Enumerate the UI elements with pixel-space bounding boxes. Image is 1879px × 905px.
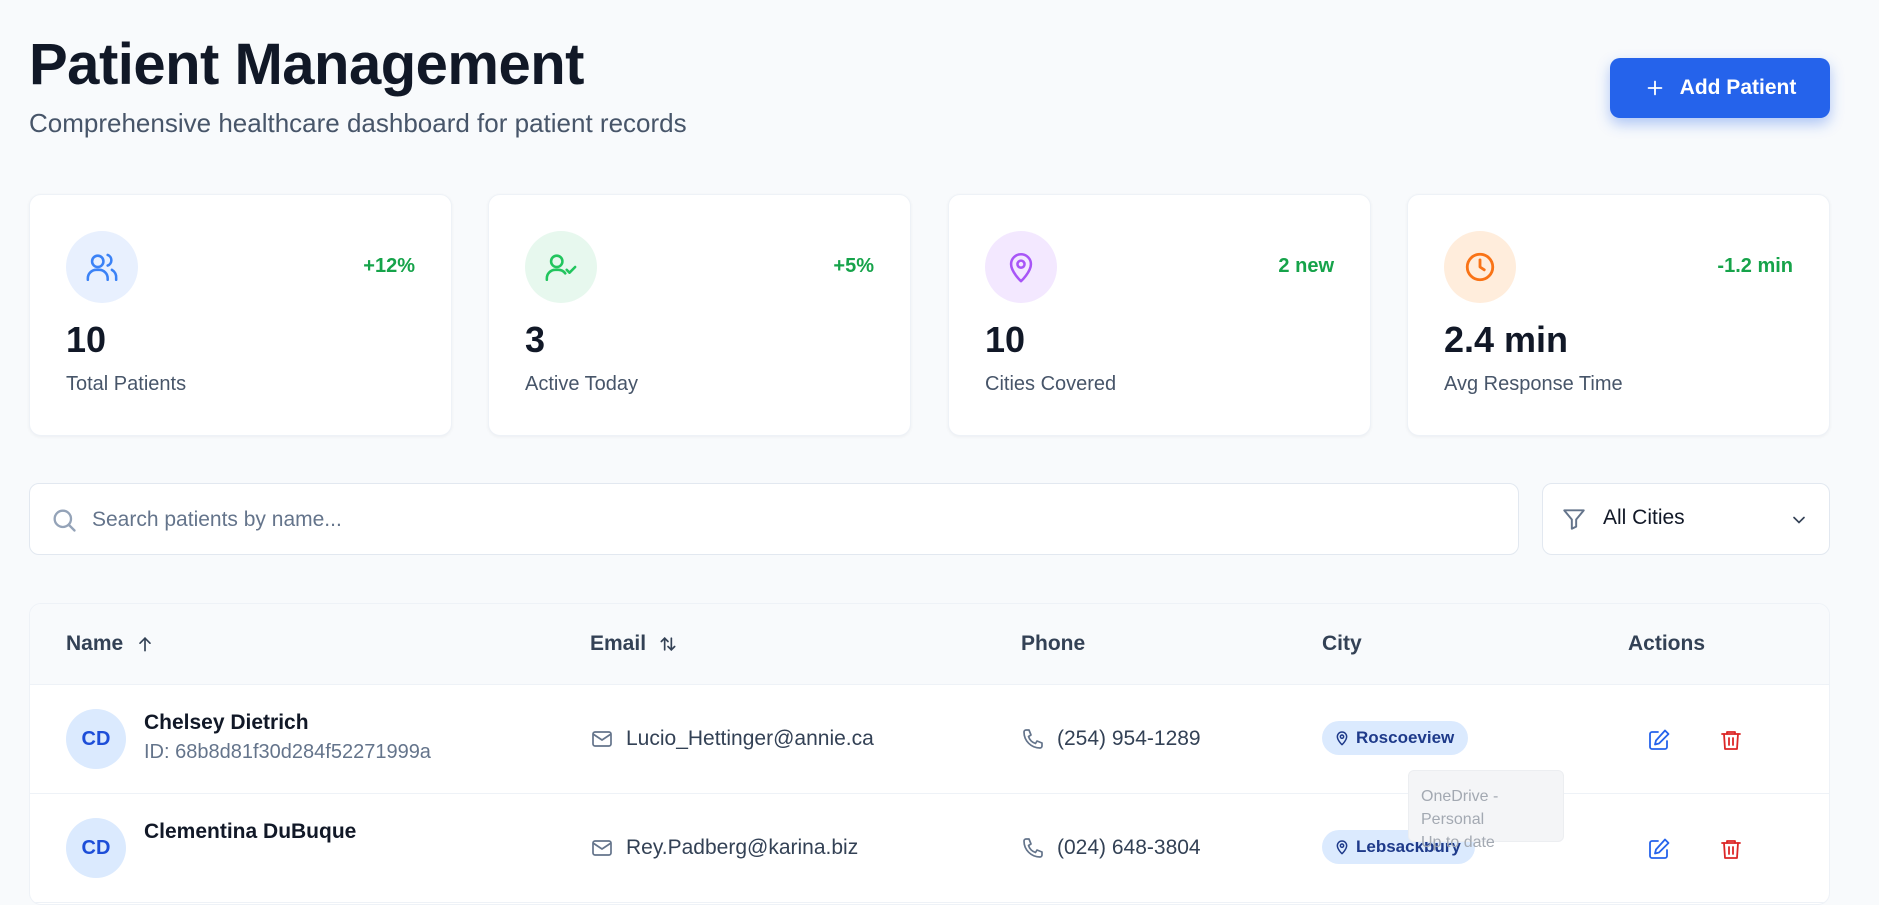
add-patient-label: Add Patient bbox=[1679, 76, 1797, 99]
avatar: CD bbox=[66, 709, 126, 769]
filter-icon bbox=[1563, 509, 1585, 530]
search-icon bbox=[53, 509, 76, 532]
patient-name: Chelsey Dietrich bbox=[144, 711, 309, 734]
clock-icon bbox=[1444, 231, 1516, 303]
stat-delta: +12% bbox=[363, 255, 415, 277]
patient-phone: (254) 954-1289 bbox=[1057, 727, 1201, 750]
column-header-phone: Phone bbox=[1021, 632, 1085, 656]
city-badge: Roscoeview bbox=[1322, 721, 1469, 755]
column-label: Name bbox=[66, 632, 124, 655]
trash-icon bbox=[1721, 731, 1741, 750]
stat-label: Total Patients bbox=[66, 373, 187, 395]
stat-card-cities-covered: 2 new 10 Cities Covered bbox=[948, 194, 1371, 436]
stat-value: 2.4 min bbox=[1444, 319, 1569, 360]
stat-card-total-patients: +12% 10 Total Patients bbox=[29, 194, 452, 436]
stat-label: Avg Response Time bbox=[1444, 373, 1623, 395]
sort-both-icon bbox=[660, 636, 676, 652]
city-filter-select[interactable]: All Cities bbox=[1542, 483, 1830, 555]
chevron-down-icon bbox=[1793, 516, 1805, 524]
column-header-actions: Actions bbox=[1628, 632, 1705, 656]
stat-label: Cities Covered bbox=[985, 373, 1117, 395]
stat-delta: -1.2 min bbox=[1717, 255, 1793, 277]
delete-button[interactable] bbox=[1716, 725, 1746, 755]
tooltip-line-1: OneDrive - Personal bbox=[1421, 788, 1499, 828]
stat-delta: 2 new bbox=[1278, 255, 1334, 277]
edit-button[interactable] bbox=[1644, 834, 1674, 864]
search-input[interactable] bbox=[90, 496, 1494, 544]
stat-value: 10 bbox=[985, 319, 1026, 360]
trash-icon bbox=[1721, 840, 1741, 859]
patients-table: Name Email Phone City Actions CD Chelsey… bbox=[29, 603, 1830, 905]
sort-ascending-icon bbox=[139, 636, 152, 652]
column-header-email[interactable]: Email bbox=[590, 632, 678, 656]
stat-card-avg-response-time: -1.2 min 2.4 min Avg Response Time bbox=[1407, 194, 1830, 436]
column-header-name[interactable]: Name bbox=[66, 632, 155, 656]
map-pin-icon bbox=[1336, 840, 1348, 855]
table-header: Name Email Phone City Actions bbox=[30, 604, 1829, 685]
email-cell: Lucio_Hettinger@annie.ca bbox=[590, 727, 874, 751]
edit-icon bbox=[1649, 838, 1670, 859]
stat-label: Active Today bbox=[525, 373, 639, 395]
column-label: City bbox=[1322, 632, 1362, 655]
patient-name: Clementina DuBuque bbox=[144, 820, 357, 843]
mail-icon bbox=[592, 731, 612, 747]
phone-icon bbox=[1023, 838, 1043, 858]
column-label: Actions bbox=[1628, 632, 1706, 655]
patient-city: Roscoeview bbox=[1356, 728, 1455, 747]
add-patient-button[interactable]: Add Patient bbox=[1610, 58, 1830, 118]
avatar: CD bbox=[66, 818, 126, 878]
phone-cell: (254) 954-1289 bbox=[1021, 727, 1201, 751]
map-pin-icon bbox=[1336, 731, 1348, 746]
onedrive-status-tooltip: OneDrive - Personal Up to date bbox=[1408, 770, 1564, 851]
phone-icon bbox=[1023, 729, 1043, 749]
city-filter-value: All Cities bbox=[1603, 506, 1685, 529]
column-label: Phone bbox=[1021, 632, 1086, 655]
edit-icon bbox=[1649, 729, 1670, 750]
stat-card-active-today: +5% 3 Active Today bbox=[488, 194, 911, 436]
tooltip-line-2: Up to date bbox=[1421, 834, 1495, 851]
delete-button[interactable] bbox=[1716, 834, 1746, 864]
stat-value: 10 bbox=[66, 319, 107, 360]
email-cell: Rey.Padberg@karina.biz bbox=[590, 836, 858, 860]
plus-icon bbox=[1647, 80, 1662, 96]
page-title: Patient Management bbox=[29, 32, 585, 97]
user-check-icon bbox=[525, 231, 597, 303]
column-label: Email bbox=[590, 632, 647, 655]
stat-delta: +5% bbox=[833, 255, 874, 277]
patient-email: Rey.Padberg@karina.biz bbox=[626, 836, 859, 859]
map-pin-icon bbox=[985, 231, 1057, 303]
patient-phone: (024) 648-3804 bbox=[1057, 836, 1201, 859]
patient-email: Lucio_Hettinger@annie.ca bbox=[626, 727, 874, 750]
search-box bbox=[29, 483, 1519, 555]
edit-button[interactable] bbox=[1644, 725, 1674, 755]
mail-icon bbox=[592, 840, 612, 856]
phone-cell: (024) 648-3804 bbox=[1021, 836, 1201, 860]
column-header-city: City bbox=[1322, 632, 1362, 656]
users-icon bbox=[66, 231, 138, 303]
patient-id: ID: 68b8d81f30d284f52271999a bbox=[144, 741, 431, 763]
page-subtitle: Comprehensive healthcare dashboard for p… bbox=[29, 108, 687, 138]
stat-value: 3 bbox=[525, 319, 546, 360]
